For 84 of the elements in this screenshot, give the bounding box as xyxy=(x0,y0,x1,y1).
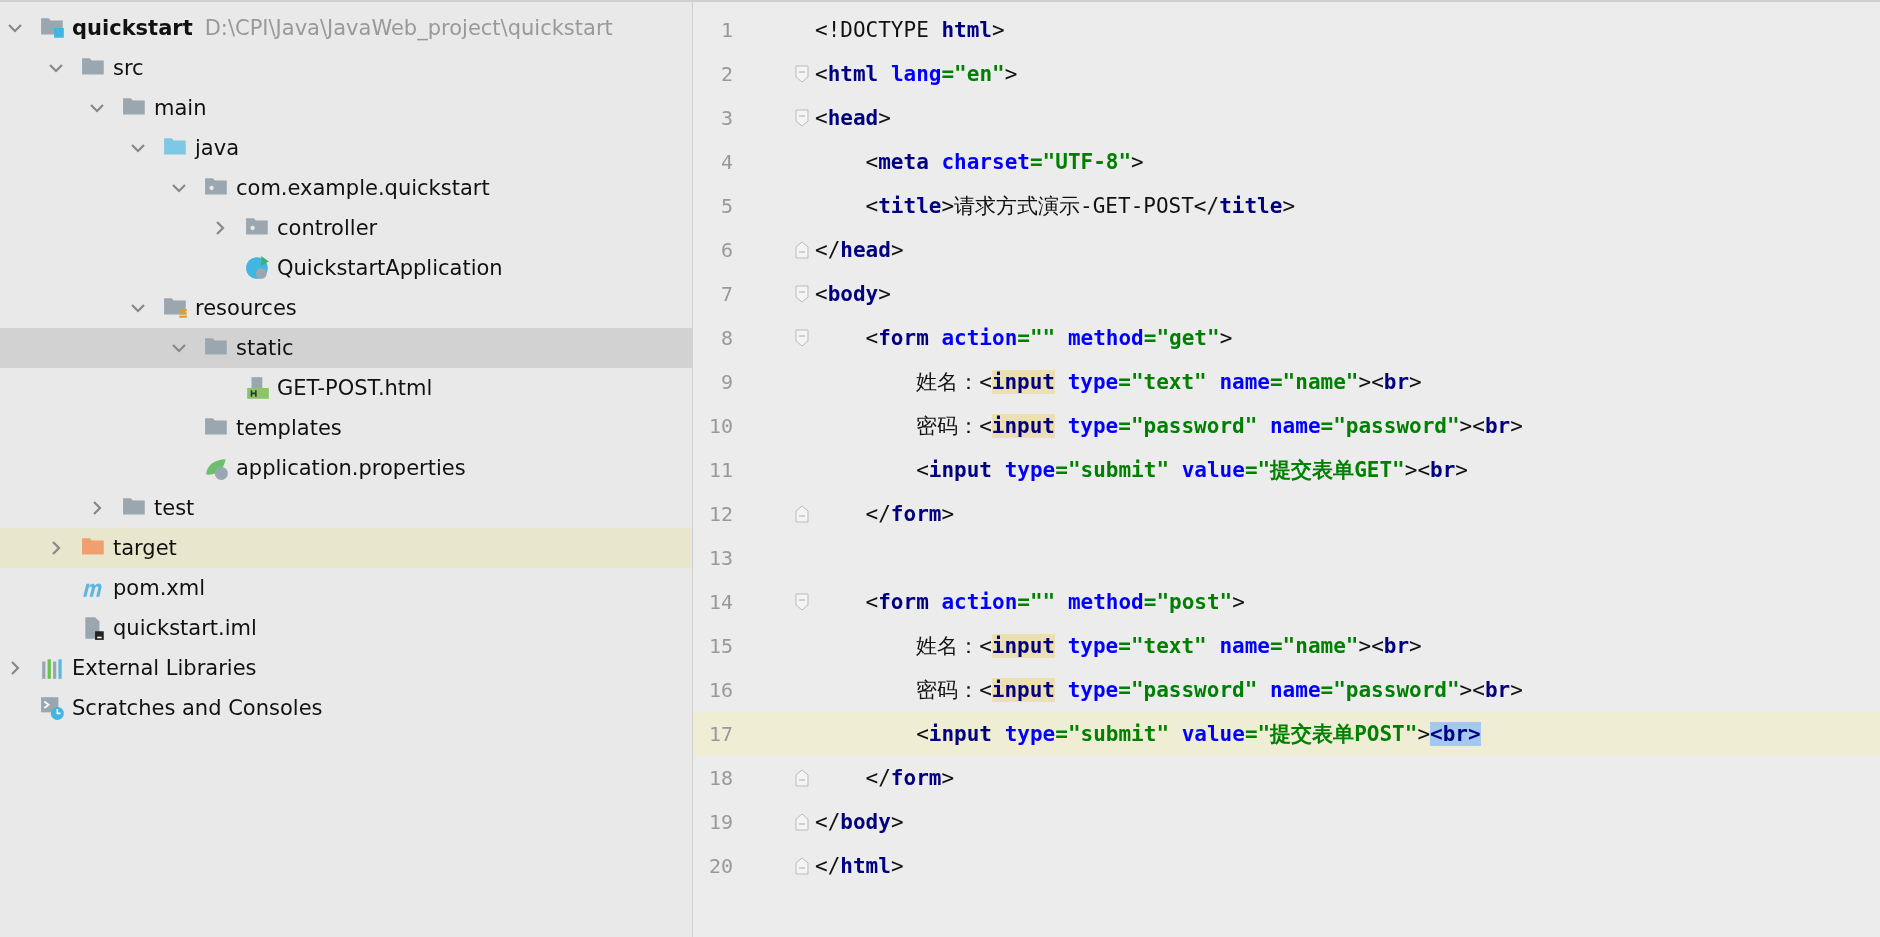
tree-item[interactable]: static xyxy=(0,328,692,368)
tree-item[interactable]: quickstart.iml xyxy=(0,608,692,648)
code-line: </form> xyxy=(864,765,955,792)
chevron-right-icon[interactable] xyxy=(8,661,22,675)
fold-marker-icon[interactable] xyxy=(795,505,809,523)
tree-item[interactable]: application.properties xyxy=(0,448,692,488)
project-path: D:\CPI\Java\JavaWeb_project\quickstart xyxy=(204,16,613,40)
fold-marker-icon[interactable] xyxy=(795,241,809,259)
code-line: 密码：<input type="password" name="password"><br> xyxy=(915,677,1523,704)
tree-item[interactable]: src xyxy=(0,48,692,88)
line-number: 4 xyxy=(719,150,733,174)
fold-marker-icon[interactable] xyxy=(795,109,809,127)
chevron-down-icon[interactable] xyxy=(90,101,104,115)
line-number: 5 xyxy=(719,194,733,218)
line-number: 2 xyxy=(719,62,733,86)
tree-item[interactable]: External Libraries xyxy=(0,648,692,688)
tree-item[interactable]: target xyxy=(0,528,692,568)
line-number: 13 xyxy=(707,546,733,570)
line-number: 6 xyxy=(719,238,733,262)
tree-item[interactable]: java xyxy=(0,128,692,168)
code-line: </head> xyxy=(815,237,904,264)
line-number: 20 xyxy=(707,854,733,878)
code-line: <form action="" method="post"> xyxy=(864,589,1245,616)
chevron-down-icon[interactable] xyxy=(172,341,186,355)
fold-marker-icon[interactable] xyxy=(795,593,809,611)
chevron-down-icon[interactable] xyxy=(131,301,145,315)
tree-item[interactable]: controller xyxy=(0,208,692,248)
fold-marker-icon[interactable] xyxy=(795,285,809,303)
fold-marker-icon[interactable] xyxy=(795,813,809,831)
tree-item[interactable]: main xyxy=(0,88,692,128)
fold-marker-icon[interactable] xyxy=(795,329,809,347)
scratches-icon xyxy=(40,695,66,721)
line-number: 12 xyxy=(707,502,733,526)
code-line: <!DOCTYPE html> xyxy=(815,17,1005,44)
tree-item[interactable]: com.example.quickstart xyxy=(0,168,692,208)
line-number: 19 xyxy=(707,810,733,834)
line-number: 11 xyxy=(707,458,733,482)
line-number: 8 xyxy=(719,326,733,350)
chevron-down-icon[interactable] xyxy=(172,181,186,195)
line-number: 3 xyxy=(719,106,733,130)
tree-item[interactable]: pom.xml xyxy=(0,568,692,608)
code-line: </form> xyxy=(864,501,955,528)
chevron-down-icon[interactable] xyxy=(49,61,63,75)
line-number: 9 xyxy=(719,370,733,394)
code-line: <body> xyxy=(815,281,891,308)
chevron-right-icon[interactable] xyxy=(90,501,104,515)
tree-item[interactable]: resources xyxy=(0,288,692,328)
chevron-down-icon[interactable] xyxy=(8,21,22,35)
code-line: <html lang="en"> xyxy=(815,61,1018,88)
tree-item[interactable]: QuickstartApplication xyxy=(0,248,692,288)
line-number: 7 xyxy=(719,282,733,306)
fold-marker-icon[interactable] xyxy=(795,769,809,787)
tree-item[interactable]: test xyxy=(0,488,692,528)
tree-item[interactable]: GET-POST.html xyxy=(0,368,692,408)
code-line: <input type="submit" value="提交表单GET"><br> xyxy=(915,457,1468,484)
code-line: <title>请求方式演示-GET-POST</title> xyxy=(864,193,1296,220)
code-line: <meta charset="UTF-8"> xyxy=(864,149,1144,176)
line-number: 16 xyxy=(707,678,733,702)
chevron-right-icon[interactable] xyxy=(49,541,63,555)
line-number: 15 xyxy=(707,634,733,658)
fold-marker-icon[interactable] xyxy=(795,65,809,83)
tree-item[interactable]: templates xyxy=(0,408,692,448)
chevron-right-icon[interactable] xyxy=(213,221,227,235)
line-number: 17 xyxy=(707,722,733,746)
html-file-icon xyxy=(245,375,271,401)
code-line: 密码：<input type="password" name="password"><br> xyxy=(915,413,1523,440)
tree-item[interactable]: Scratches and Consoles xyxy=(0,688,692,728)
fold-marker-icon[interactable] xyxy=(795,857,809,875)
resources-folder-icon xyxy=(163,295,189,321)
code-line: </body> xyxy=(815,809,904,836)
code-line: <form action="" method="get"> xyxy=(864,325,1233,352)
tree-item[interactable]: quickstart D:\CPI\Java\JavaWeb_project\quickstart xyxy=(0,8,692,48)
spring-class-icon xyxy=(245,255,271,281)
code-line: </html> xyxy=(815,853,904,880)
module-icon xyxy=(40,15,66,41)
line-number: 18 xyxy=(707,766,733,790)
chevron-down-icon[interactable] xyxy=(131,141,145,155)
line-number: 1 xyxy=(719,18,733,42)
code-line: 姓名：<input type="text" name="name"><br> xyxy=(915,633,1422,660)
code-line: <head> xyxy=(815,105,891,132)
code-line: <input type="submit" value="提交表单POST"><br> xyxy=(915,721,1481,748)
code-line: 姓名：<input type="text" name="name"><br> xyxy=(915,369,1422,396)
line-number: 14 xyxy=(707,590,733,614)
line-number: 10 xyxy=(707,414,733,438)
